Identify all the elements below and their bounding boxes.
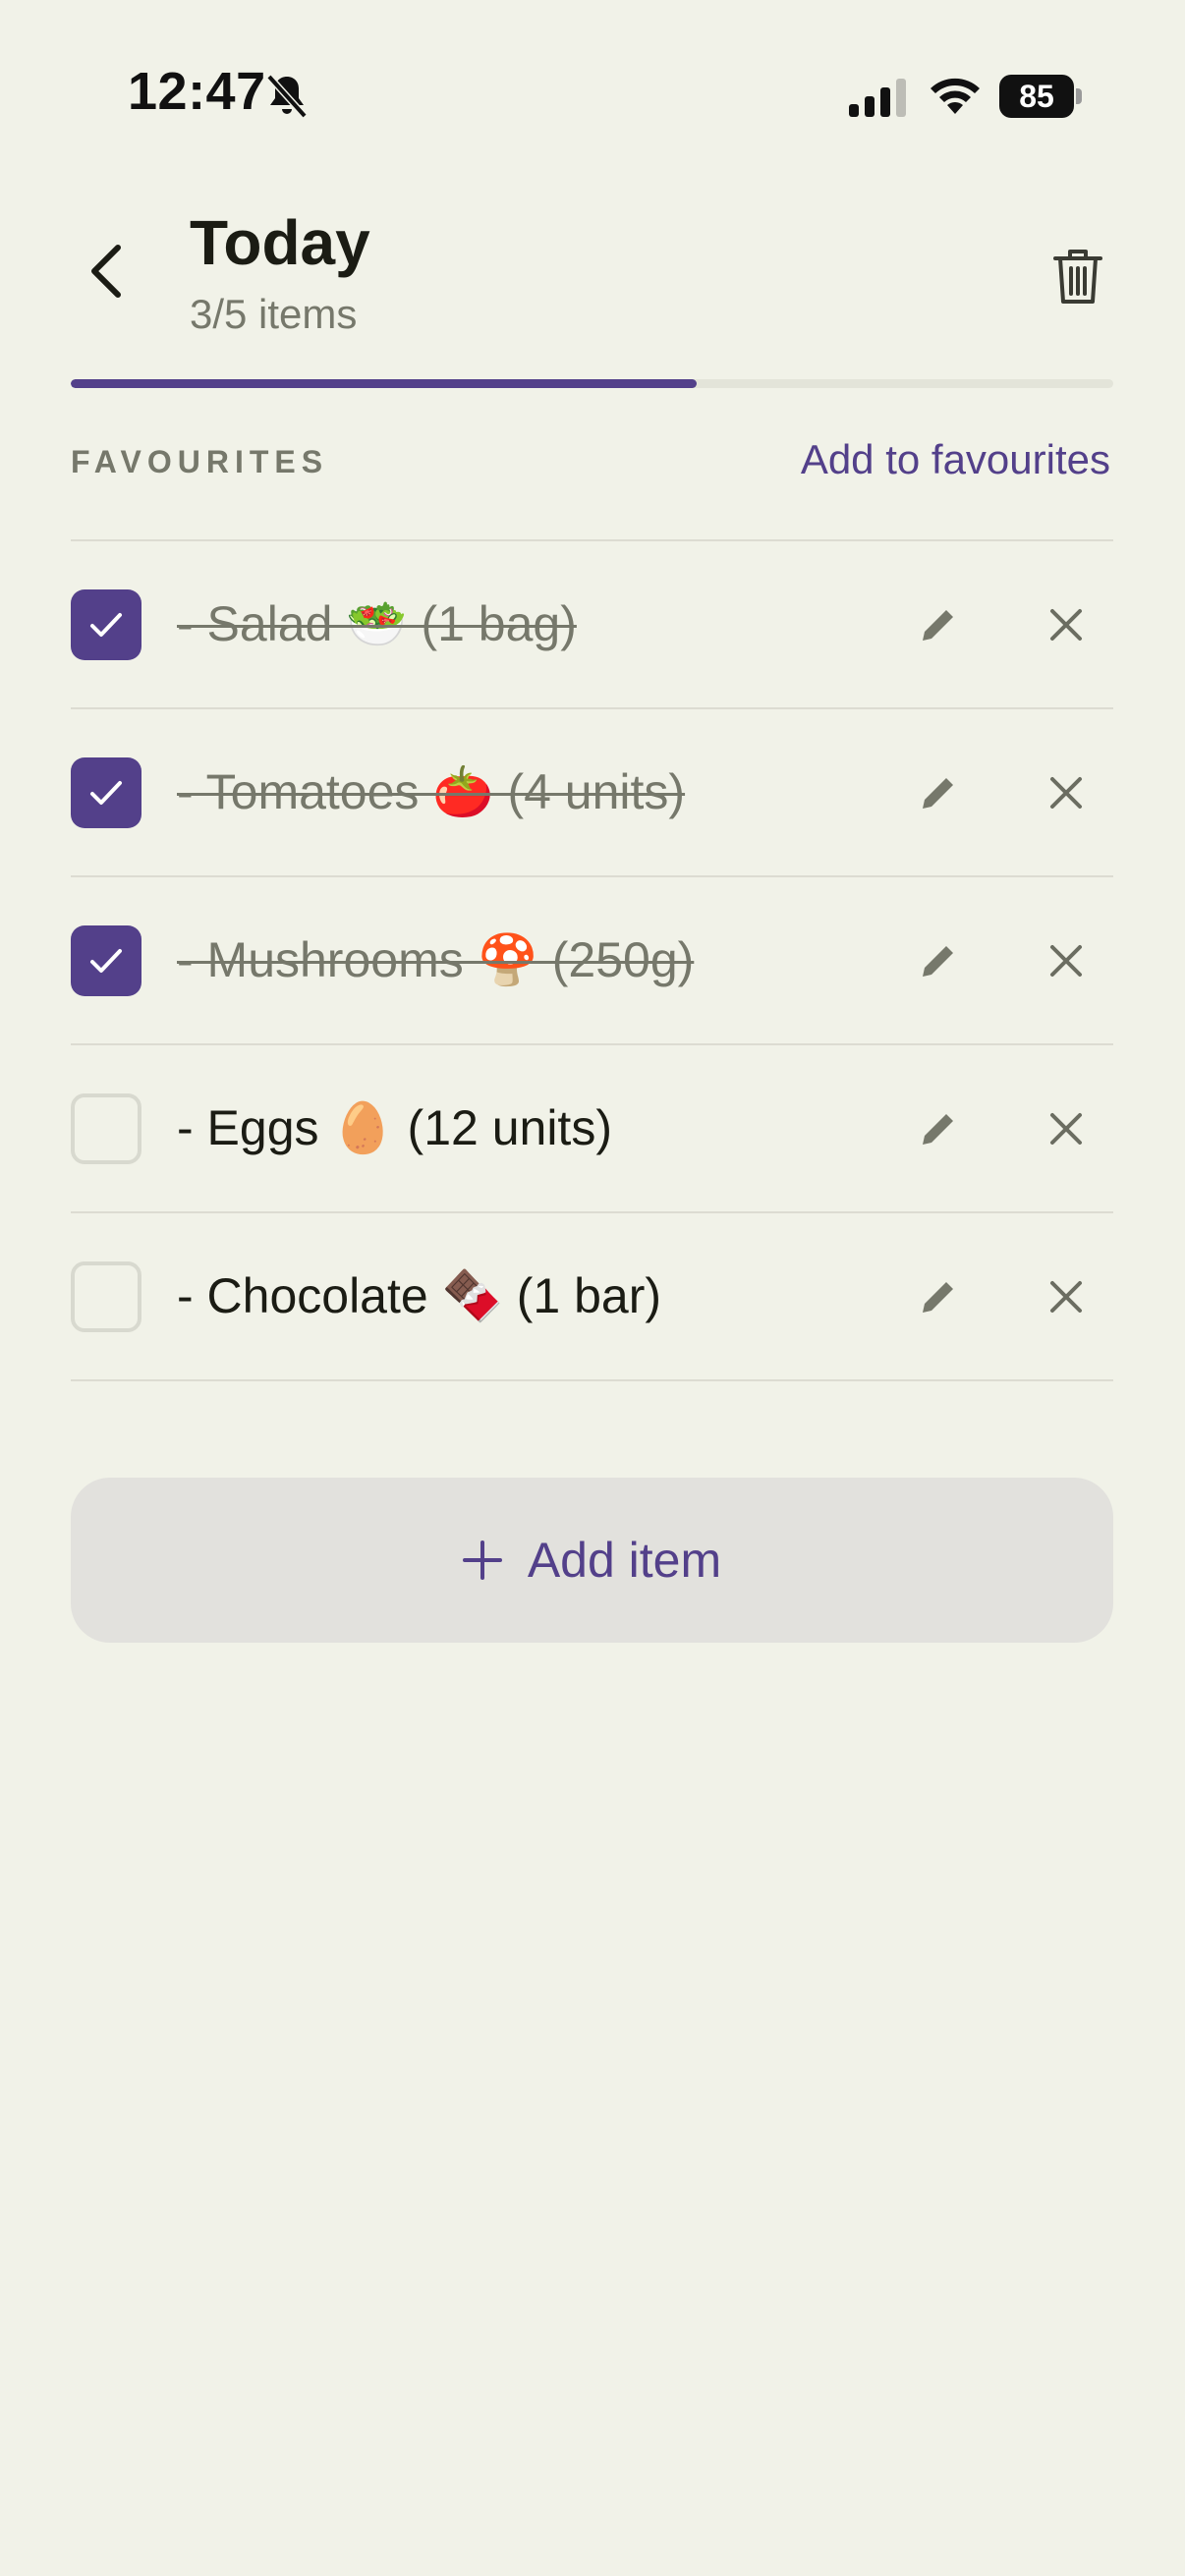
remove-item-button[interactable] bbox=[1032, 1094, 1100, 1163]
edit-item-button[interactable] bbox=[904, 1262, 973, 1331]
back-button[interactable] bbox=[71, 236, 141, 307]
item-checkbox[interactable] bbox=[71, 588, 141, 660]
edit-item-button[interactable] bbox=[904, 758, 973, 827]
close-icon bbox=[1050, 776, 1082, 809]
item-checkbox[interactable] bbox=[71, 1092, 141, 1164]
add-item-label: Add item bbox=[527, 1533, 722, 1588]
progress-bar bbox=[71, 379, 1113, 388]
item-text: - Chocolate 🍫 (1 bar) bbox=[177, 1268, 661, 1323]
item-text: - Tomatoes 🍅 (4 units) bbox=[177, 764, 686, 819]
list-item: - Salad 🥗 (1 bag) bbox=[71, 541, 1113, 709]
status-time: 12:47 bbox=[128, 62, 266, 121]
status-bar: 12:47 85 bbox=[0, 0, 1185, 187]
pencil-icon bbox=[923, 945, 953, 977]
close-icon bbox=[1050, 944, 1082, 977]
chevron-left-icon bbox=[91, 245, 121, 298]
item-text: - Eggs 🥚 (12 units) bbox=[177, 1100, 612, 1155]
pencil-icon bbox=[923, 1281, 953, 1313]
list-item: - Tomatoes 🍅 (4 units) bbox=[71, 709, 1113, 877]
remove-item-button[interactable] bbox=[1032, 590, 1100, 659]
delete-list-button[interactable] bbox=[1042, 240, 1114, 312]
remove-item-button[interactable] bbox=[1032, 1262, 1100, 1331]
item-text: - Mushrooms 🍄 (250g) bbox=[177, 932, 695, 987]
item-checkbox[interactable] bbox=[71, 924, 141, 996]
signal-icon bbox=[849, 79, 906, 117]
trash-icon bbox=[1053, 250, 1102, 304]
battery-level: 85 bbox=[999, 75, 1074, 118]
item-count: 3/5 items bbox=[190, 291, 358, 337]
pencil-icon bbox=[923, 777, 953, 809]
checkmark-icon bbox=[90, 948, 122, 973]
list-item: - Chocolate 🍫 (1 bar) bbox=[71, 1213, 1113, 1381]
close-icon bbox=[1050, 608, 1082, 641]
battery-tip bbox=[1076, 88, 1082, 104]
list-item: - Mushrooms 🍄 (250g) bbox=[71, 877, 1113, 1045]
checkmark-icon bbox=[90, 612, 122, 637]
close-icon bbox=[1050, 1280, 1082, 1313]
plus-icon bbox=[462, 1540, 502, 1580]
pencil-icon bbox=[923, 609, 953, 641]
item-text: - Salad 🥗 (1 bag) bbox=[177, 596, 577, 651]
list-item: - Eggs 🥚 (12 units) bbox=[71, 1045, 1113, 1213]
close-icon bbox=[1050, 1112, 1082, 1145]
favourites-label: FAVOURITES bbox=[71, 444, 329, 479]
remove-item-button[interactable] bbox=[1032, 758, 1100, 827]
add-item-button[interactable]: Add item bbox=[71, 1478, 1113, 1643]
checkmark-icon bbox=[90, 780, 122, 805]
add-to-favourites-link[interactable]: Add to favourites bbox=[801, 436, 1110, 483]
edit-item-button[interactable] bbox=[904, 926, 973, 995]
progress-fill bbox=[71, 379, 697, 388]
battery-icon: 85 bbox=[999, 75, 1082, 118]
remove-item-button[interactable] bbox=[1032, 926, 1100, 995]
item-checkbox[interactable] bbox=[71, 1260, 141, 1332]
edit-item-button[interactable] bbox=[904, 1094, 973, 1163]
item-checkbox[interactable] bbox=[71, 756, 141, 828]
edit-item-button[interactable] bbox=[904, 590, 973, 659]
pencil-icon bbox=[923, 1113, 953, 1145]
page-title: Today bbox=[190, 207, 370, 278]
wifi-icon bbox=[931, 78, 980, 114]
bell-off-icon bbox=[266, 74, 308, 119]
shopping-list: - Salad 🥗 (1 bag) - Tomatoes 🍅 (4 units)… bbox=[71, 539, 1113, 1381]
